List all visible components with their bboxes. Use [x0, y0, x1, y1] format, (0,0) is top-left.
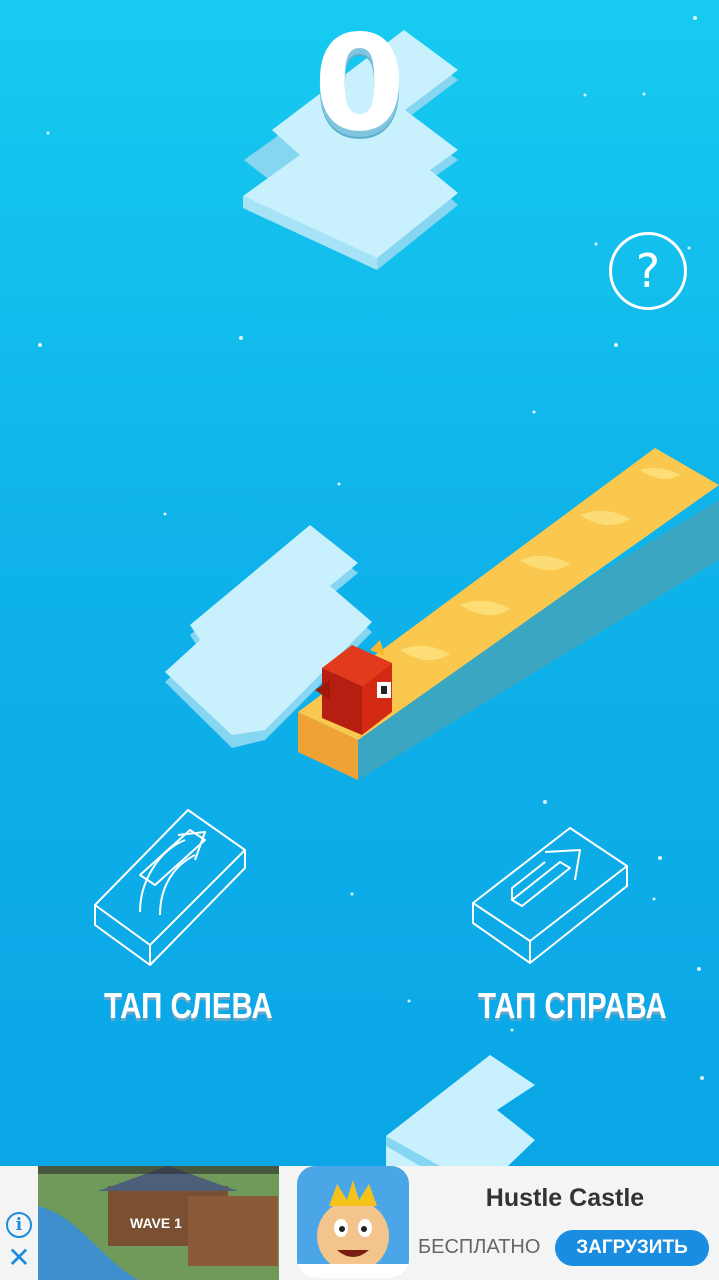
ad-app-icon[interactable] — [297, 1166, 409, 1278]
help-button[interactable]: ? — [609, 232, 687, 310]
ad-screenshot-wave-text: WAVE 1 — [130, 1215, 182, 1231]
score-counter: 0 — [313, 7, 406, 161]
ad-app-title[interactable]: Hustle Castle — [440, 1184, 690, 1213]
help-icon: ? — [635, 244, 661, 298]
tap-left-label: ТАП СЛЕВА — [104, 985, 273, 1026]
ad-install-button[interactable]: ЗАГРУЗИТЬ — [555, 1230, 709, 1266]
go-straight-hint-icon — [472, 827, 628, 964]
ad-price-label: БЕСПЛАТНО — [418, 1236, 541, 1258]
game-canvas[interactable]: 0 ? ТАП СЛЕВА ТАП СПРАВА — [0, 0, 719, 1166]
ad-info-icon[interactable]: i — [6, 1212, 32, 1238]
ad-close-icon[interactable]: ✕ — [6, 1244, 32, 1272]
ice-island-bottom — [386, 1055, 535, 1166]
turn-left-hint-icon — [94, 809, 246, 966]
ad-screenshot[interactable]: WAVE 1 — [38, 1166, 279, 1280]
tap-right-label: ТАП СПРАВА — [478, 985, 667, 1026]
